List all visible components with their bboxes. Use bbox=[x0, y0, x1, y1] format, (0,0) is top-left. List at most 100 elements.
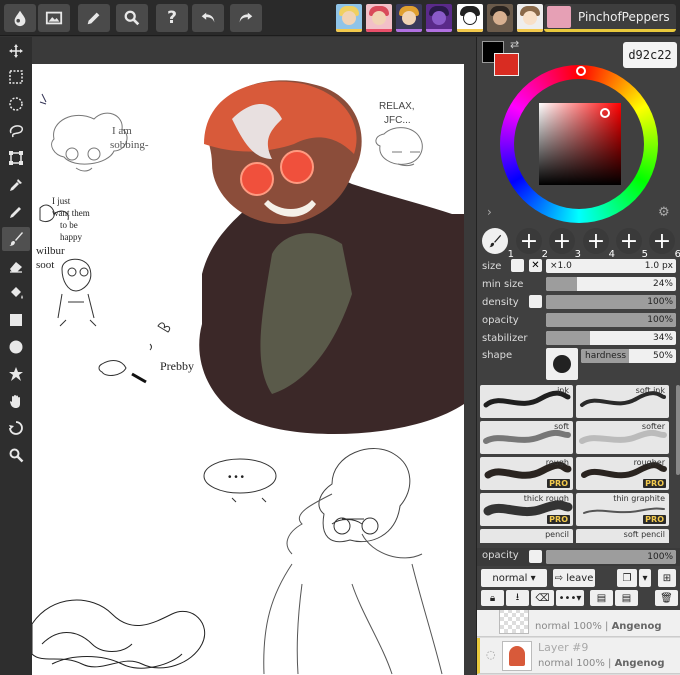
chevron-down-icon[interactable]: ▾ bbox=[639, 569, 651, 587]
current-user-badge[interactable]: PinchofPeppers bbox=[544, 4, 676, 32]
leave-label: leave bbox=[566, 572, 594, 584]
min-size-value: 24% bbox=[652, 279, 673, 289]
brush-shape-preview[interactable] bbox=[546, 348, 578, 380]
add-layer-icon[interactable]: ⊞ bbox=[658, 569, 676, 587]
layer-item[interactable]: normal 100% | Angenog bbox=[477, 610, 680, 637]
hardness-label: hardness bbox=[585, 351, 627, 361]
min-size-slider[interactable]: 24% bbox=[546, 277, 676, 291]
pen-tool-icon[interactable] bbox=[2, 200, 30, 224]
trash-icon[interactable]: 🗑︎ bbox=[655, 590, 678, 606]
import-icon[interactable]: ▤ bbox=[615, 590, 638, 606]
pro-badge: PRO bbox=[643, 479, 666, 488]
brush-preset-rough[interactable]: rough PRO bbox=[480, 457, 573, 490]
eraser-icon[interactable] bbox=[2, 254, 30, 278]
app-logo-icon[interactable] bbox=[4, 4, 36, 32]
brush-icon bbox=[488, 234, 502, 248]
preset-scrollbar[interactable] bbox=[676, 385, 680, 475]
user-avatar[interactable] bbox=[457, 4, 483, 32]
brush-slot-2[interactable]: +2 bbox=[516, 228, 548, 260]
layer-owner: Angenog bbox=[611, 621, 662, 632]
brush-slot-6[interactable]: +6 bbox=[649, 228, 680, 260]
image-icon[interactable] bbox=[38, 4, 70, 32]
merge-down-icon[interactable]: ⭳ bbox=[506, 590, 529, 606]
primary-color-swatch[interactable] bbox=[494, 53, 519, 76]
rotate-icon[interactable] bbox=[2, 416, 30, 440]
hand-pan-icon[interactable] bbox=[2, 389, 30, 413]
pressure-size-toggle[interactable] bbox=[511, 259, 524, 272]
paint-bucket-icon[interactable] bbox=[2, 281, 30, 305]
brush-preset-soft[interactable]: soft bbox=[480, 421, 573, 454]
brush-slot-1[interactable]: 1 bbox=[482, 228, 514, 260]
user-avatar[interactable] bbox=[366, 4, 392, 32]
size-slider[interactable]: ×1.0 1.0 px bbox=[546, 259, 676, 273]
leave-button[interactable]: ⇨ leave bbox=[553, 569, 595, 587]
more-options-icon[interactable]: •••▾ bbox=[556, 590, 584, 606]
slot-number: 6 bbox=[674, 249, 680, 260]
canvas-note: • • • bbox=[228, 472, 245, 483]
density-value: 100% bbox=[647, 297, 673, 307]
eyedropper-icon[interactable] bbox=[2, 173, 30, 197]
export-icon[interactable]: ▤ bbox=[590, 590, 613, 606]
layer-opacity-slider[interactable]: 100% bbox=[546, 550, 676, 564]
layer-meta: normal 100% | Angenog bbox=[538, 658, 665, 669]
help-icon[interactable]: ? bbox=[156, 4, 188, 32]
ellipse-select-icon[interactable] bbox=[2, 92, 30, 116]
layer-opacity-toggle[interactable] bbox=[529, 550, 542, 563]
lock-icon[interactable]: 🔒︎ bbox=[481, 590, 504, 606]
blend-mode-select[interactable]: normal ▾ bbox=[481, 569, 547, 587]
transform-icon[interactable] bbox=[2, 146, 30, 170]
lasso-icon[interactable] bbox=[2, 119, 30, 143]
move-tool-icon[interactable] bbox=[2, 39, 30, 63]
hue-handle[interactable] bbox=[576, 66, 586, 76]
zoom-icon[interactable] bbox=[2, 443, 30, 467]
user-avatar[interactable] bbox=[396, 4, 422, 32]
rectangle-shape-icon[interactable] bbox=[2, 308, 30, 332]
eraser-icon[interactable]: ⌫ bbox=[531, 590, 554, 606]
brush-preset-pencil[interactable]: pencil bbox=[480, 529, 573, 543]
swap-colors-icon[interactable]: ⇄ bbox=[510, 38, 519, 51]
user-avatar[interactable] bbox=[336, 4, 362, 32]
preset-label: pencil bbox=[545, 530, 569, 539]
brush-preset-thick-rough[interactable]: thick rough PRO bbox=[480, 493, 573, 526]
brush-preset-soft-ink[interactable]: soft ink bbox=[576, 385, 669, 418]
hardness-slider[interactable]: hardness 50% bbox=[581, 349, 676, 363]
pro-badge: PRO bbox=[643, 515, 666, 524]
brush-preset-ink[interactable]: ink bbox=[480, 385, 573, 418]
pressure-density-toggle[interactable] bbox=[529, 295, 542, 308]
brush-tool-icon[interactable] bbox=[2, 227, 30, 251]
star-shape-icon[interactable] bbox=[2, 362, 30, 386]
chevron-right-icon[interactable]: › bbox=[487, 205, 492, 219]
color-handle[interactable] bbox=[600, 108, 610, 118]
brush-slot-5[interactable]: +5 bbox=[616, 228, 648, 260]
pencil-icon[interactable] bbox=[78, 4, 110, 32]
drawing-canvas[interactable]: I am sobbing- RELAX, JFC... I just want … bbox=[32, 64, 464, 675]
canvas-note: Prebby bbox=[160, 359, 194, 373]
canvas-note: soot bbox=[36, 259, 54, 271]
redo-icon[interactable] bbox=[230, 4, 262, 32]
brush-preset-softer[interactable]: softer bbox=[576, 421, 669, 454]
layer-opacity: 100% bbox=[576, 658, 605, 669]
brush-slot-4[interactable]: +4 bbox=[583, 228, 615, 260]
gear-icon[interactable]: ⚙ bbox=[658, 205, 670, 220]
search-icon[interactable] bbox=[116, 4, 148, 32]
layer-blend: normal bbox=[538, 658, 574, 669]
hidden-eye-icon[interactable]: ◌ bbox=[486, 648, 496, 661]
user-avatar[interactable] bbox=[517, 4, 543, 32]
hex-color-field[interactable]: d92c22 bbox=[623, 42, 677, 68]
stabilizer-slider[interactable]: 34% bbox=[546, 331, 676, 345]
brush-preset-thin-graphite[interactable]: thin graphite PRO bbox=[576, 493, 669, 526]
duplicate-layer-icon[interactable]: ❐ bbox=[617, 569, 637, 587]
layer-item[interactable]: ◌ Layer #9 normal 100% | Angenog bbox=[477, 638, 680, 674]
density-slider[interactable]: 100% bbox=[546, 295, 676, 309]
close-icon[interactable]: ✕ bbox=[529, 259, 542, 272]
brush-preset-rougher[interactable]: rougher PRO bbox=[576, 457, 669, 490]
undo-icon[interactable] bbox=[192, 4, 224, 32]
user-avatar[interactable] bbox=[487, 4, 513, 32]
brush-preset-soft-pencil[interactable]: soft pencil bbox=[576, 529, 669, 543]
opacity-slider[interactable]: 100% bbox=[546, 313, 676, 327]
rect-select-icon[interactable] bbox=[2, 65, 30, 89]
ellipse-shape-icon[interactable] bbox=[2, 335, 30, 359]
user-avatar[interactable] bbox=[426, 4, 452, 32]
color-wheel[interactable] bbox=[500, 65, 658, 223]
brush-slot-3[interactable]: +3 bbox=[549, 228, 581, 260]
